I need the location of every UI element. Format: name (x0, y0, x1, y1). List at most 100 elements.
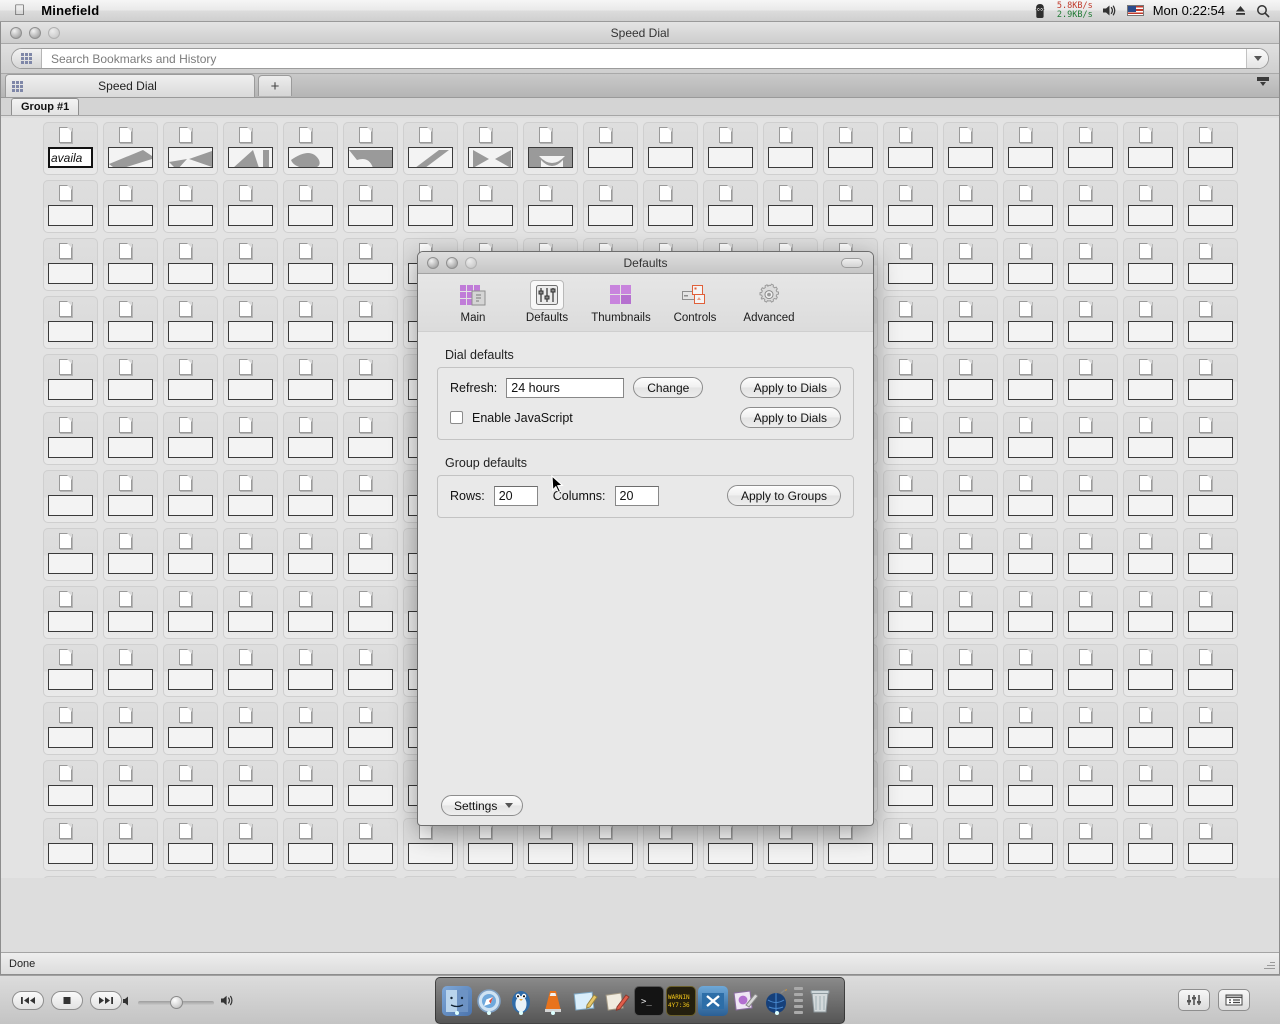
speed-dial-tile[interactable] (283, 412, 338, 465)
speed-dial-tile[interactable] (883, 528, 938, 581)
speed-dial-tile[interactable] (1123, 644, 1178, 697)
speed-dial-tile[interactable] (1063, 180, 1118, 233)
spotlight-search-icon[interactable] (1256, 4, 1270, 18)
speed-dial-tile[interactable] (103, 412, 158, 465)
speed-dial-tile[interactable] (1123, 586, 1178, 639)
speed-dial-tile[interactable] (883, 122, 938, 175)
speed-dial-tile[interactable] (223, 644, 278, 697)
search-input[interactable]: Search Bookmarks and History (42, 52, 1246, 66)
speed-dial-tile[interactable] (283, 528, 338, 581)
tab-speed-dial[interactable]: Speed Dial (5, 74, 255, 97)
speed-dial-tile[interactable] (943, 122, 998, 175)
speed-dial-tile[interactable] (883, 180, 938, 233)
toolbar-item-main[interactable]: Main (438, 280, 508, 324)
speed-dial-tile[interactable] (1003, 818, 1058, 871)
speed-dial-tile[interactable] (163, 238, 218, 291)
speed-dial-tile[interactable] (1183, 180, 1238, 233)
speed-dial-tile[interactable] (223, 122, 278, 175)
speed-dial-tile[interactable] (1123, 876, 1178, 878)
speed-dial-tile[interactable] (223, 760, 278, 813)
speed-dial-tile[interactable] (1063, 296, 1118, 349)
resize-grip[interactable] (1262, 957, 1276, 971)
warning-display-icon[interactable]: WARNIN 4Y7:36 (666, 985, 696, 1016)
speed-dial-tile[interactable] (103, 644, 158, 697)
speed-dial-tile[interactable] (1063, 818, 1118, 871)
safari-compass-icon[interactable] (474, 986, 504, 1016)
speed-dial-tile[interactable] (943, 354, 998, 407)
speed-dial-tile[interactable] (1183, 412, 1238, 465)
speed-dial-tile[interactable] (343, 470, 398, 523)
speed-dial-tile[interactable] (343, 528, 398, 581)
speed-dial-tile[interactable] (223, 412, 278, 465)
speed-dial-tile[interactable] (283, 644, 338, 697)
speed-dial-tile[interactable] (1183, 760, 1238, 813)
group-tab-1[interactable]: Group #1 (11, 98, 80, 115)
speed-dial-tile[interactable] (283, 122, 338, 175)
speed-dial-tile[interactable] (943, 470, 998, 523)
speed-dial-tile[interactable] (1003, 760, 1058, 813)
speed-dial-tile[interactable] (943, 702, 998, 755)
speed-dial-tile[interactable] (1003, 238, 1058, 291)
speed-dial-tile[interactable] (1123, 528, 1178, 581)
speed-dial-tile[interactable] (343, 238, 398, 291)
speed-dial-tile[interactable] (1183, 354, 1238, 407)
speed-dial-tile[interactable] (103, 528, 158, 581)
speed-dial-tile[interactable] (43, 412, 98, 465)
speed-dial-tile[interactable] (943, 818, 998, 871)
speed-dial-tile[interactable] (163, 644, 218, 697)
speed-dial-tile[interactable] (1003, 586, 1058, 639)
previous-track-icon[interactable] (12, 991, 44, 1010)
speed-dial-tile[interactable] (1063, 470, 1118, 523)
speed-dial-tile[interactable] (163, 296, 218, 349)
speed-dial-tile[interactable] (163, 180, 218, 233)
equalizer-icon[interactable] (1178, 989, 1210, 1011)
speed-dial-tile[interactable] (283, 180, 338, 233)
volume-slider-knob[interactable] (170, 996, 183, 1009)
network-speed-indicator[interactable]: 5.8KB/s 2.9KB/s (1057, 1, 1093, 20)
toolbar-item-thumbnails[interactable]: Thumbnails (586, 280, 656, 324)
speed-dial-tile[interactable] (1003, 702, 1058, 755)
speed-dial-tile[interactable] (163, 702, 218, 755)
speed-dial-tile[interactable] (763, 180, 818, 233)
speed-dial-tile[interactable] (1003, 296, 1058, 349)
speed-dial-tile[interactable] (763, 876, 818, 878)
speed-dial-tile[interactable] (163, 354, 218, 407)
speed-dial-tile[interactable] (103, 876, 158, 878)
speed-dial-tile[interactable] (223, 528, 278, 581)
speed-dial-tile[interactable] (343, 122, 398, 175)
speed-dial-tile[interactable] (703, 876, 758, 878)
speed-dial-tile[interactable] (1123, 760, 1178, 813)
terminal-icon[interactable]: >_ (634, 985, 664, 1016)
speed-dial-tile[interactable] (1063, 586, 1118, 639)
speed-dial-tile[interactable] (1123, 470, 1178, 523)
speed-dial-tile[interactable] (103, 760, 158, 813)
speed-dial-tile[interactable] (103, 238, 158, 291)
speed-dial-tile[interactable] (343, 586, 398, 639)
speed-dial-tile[interactable] (943, 644, 998, 697)
speed-dial-tile[interactable] (883, 470, 938, 523)
speed-dial-tile[interactable] (283, 296, 338, 349)
speed-dial-tile[interactable] (1183, 470, 1238, 523)
speed-dial-tile[interactable] (883, 818, 938, 871)
speed-dial-tile[interactable] (43, 238, 98, 291)
speed-dial-tile[interactable] (1183, 238, 1238, 291)
speed-dial-tile[interactable] (883, 586, 938, 639)
speed-dial-tile[interactable] (283, 876, 338, 878)
speed-dial-tile[interactable] (463, 180, 518, 233)
speed-dial-tile[interactable] (1123, 818, 1178, 871)
speed-dial-tile[interactable] (883, 644, 938, 697)
speed-dial-title-input[interactable]: availa (48, 147, 93, 168)
enable-javascript-checkbox[interactable] (450, 411, 463, 424)
speed-dial-tile[interactable] (643, 180, 698, 233)
speed-dial-tile[interactable] (163, 876, 218, 878)
new-tab-button[interactable]: + (258, 75, 292, 96)
speed-dial-tile[interactable] (163, 760, 218, 813)
speed-dial-tile[interactable] (103, 296, 158, 349)
speed-dial-tile[interactable] (1003, 876, 1058, 878)
speed-dial-tile[interactable] (343, 180, 398, 233)
speed-dial-tile[interactable] (43, 296, 98, 349)
speed-dial-tile[interactable] (1063, 702, 1118, 755)
speed-dial-tile[interactable] (943, 760, 998, 813)
eject-icon[interactable] (1234, 4, 1247, 17)
columns-input[interactable]: 20 (614, 485, 659, 506)
